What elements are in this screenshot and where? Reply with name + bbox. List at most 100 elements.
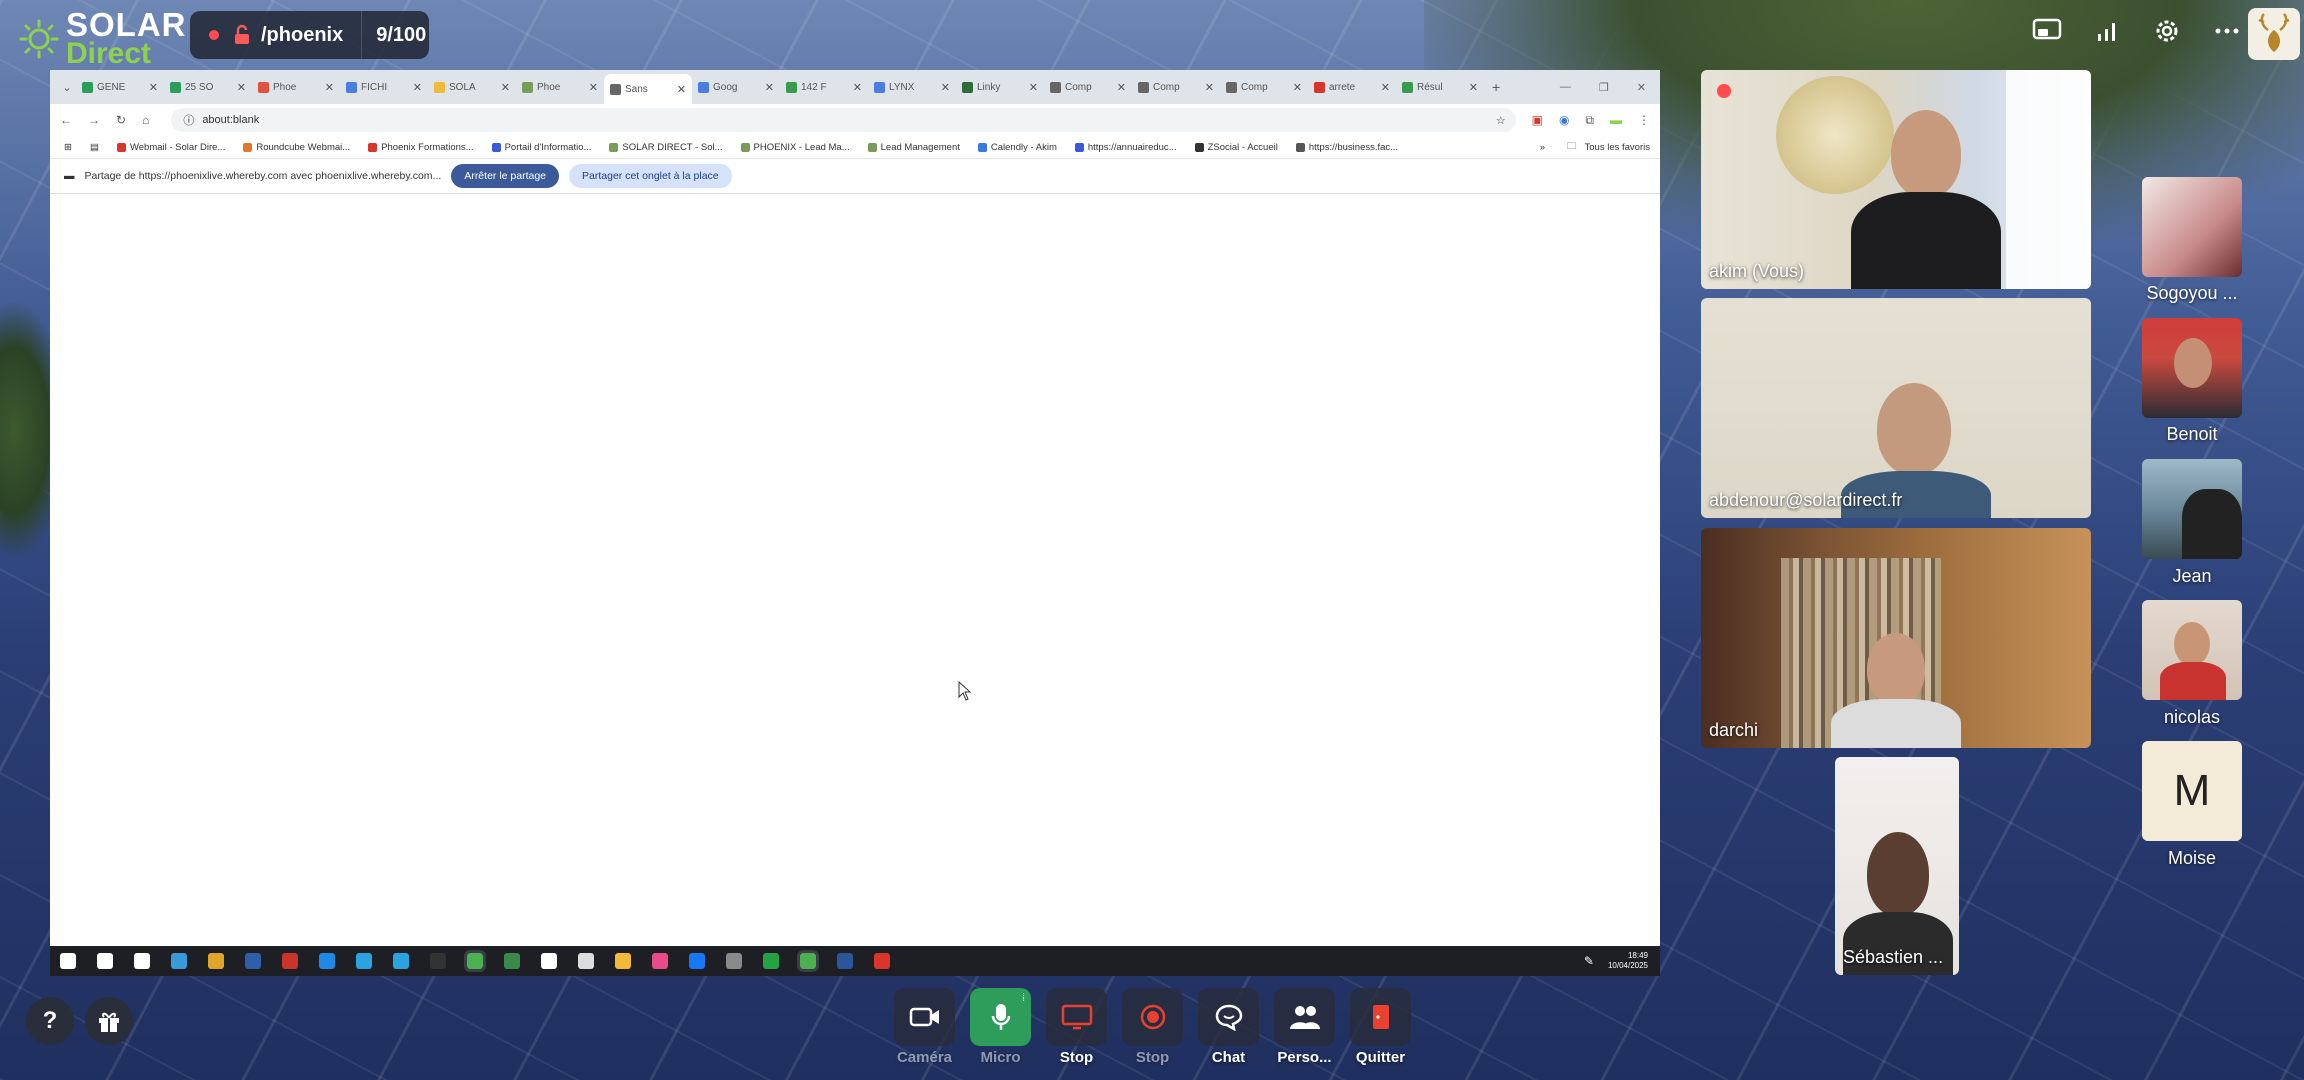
taskbar-app-icon[interactable] [689, 953, 705, 969]
video-tile-sogoyou[interactable] [2142, 177, 2242, 277]
all-favorites-link[interactable]: Tous les favoris [1585, 142, 1650, 153]
reload-icon[interactable]: ↻ [116, 113, 126, 127]
taskbar-app-icon[interactable] [60, 953, 76, 969]
bookmark-item[interactable]: Lead Management [867, 142, 960, 153]
reading-list-icon[interactable]: ▤ [90, 142, 99, 153]
screen-share-control[interactable]: Stop [1046, 988, 1107, 1066]
chat-control[interactable]: Chat [1198, 988, 1259, 1066]
bookmark-item[interactable]: Portail d'Informatio... [491, 142, 591, 153]
taskbar-app-icon[interactable] [874, 953, 890, 969]
browser-tab[interactable]: GENE ✕ [76, 74, 164, 100]
taskbar-app-icon[interactable] [837, 953, 853, 969]
stop-screen-share-button[interactable] [1046, 988, 1107, 1046]
record-control[interactable]: Stop [1122, 988, 1183, 1066]
home-icon[interactable]: ⌂ [142, 113, 149, 127]
bookmark-item[interactable]: https://annuaireduc... [1074, 142, 1177, 153]
browser-tab[interactable]: Phoe ✕ [516, 74, 604, 100]
video-tile-sebastien[interactable]: Sébastien ... [1835, 757, 1959, 975]
url-input[interactable]: ⓘ about:blank ☆ [171, 108, 1516, 132]
taskbar-app-icon[interactable] [171, 953, 187, 969]
browser-tab[interactable]: Sans ✕ [604, 74, 692, 104]
browser-tab[interactable]: SOLA ✕ [428, 74, 516, 100]
gift-button[interactable] [85, 997, 133, 1045]
people-control[interactable]: Perso... [1274, 988, 1335, 1066]
taskbar-app-icon[interactable] [134, 953, 150, 969]
browser-tab[interactable]: Comp ✕ [1132, 74, 1220, 100]
tab-close-icon[interactable]: ✕ [237, 81, 246, 94]
bookmark-item[interactable]: PHOENIX - Lead Ma... [740, 142, 850, 153]
extension-icon[interactable]: ▣ [1532, 113, 1543, 127]
tab-close-icon[interactable]: ✕ [501, 81, 510, 94]
leave-control[interactable]: Quitter [1350, 988, 1411, 1066]
taskbar-app-icon[interactable] [356, 953, 372, 969]
browser-tab[interactable]: 142 F ✕ [780, 74, 868, 100]
tab-close-icon[interactable]: ✕ [1117, 81, 1126, 94]
video-tile-darchi[interactable]: darchi [1701, 528, 2091, 748]
profile-icon[interactable]: ▬ [1610, 113, 1622, 127]
bookmark-item[interactable]: SOLAR DIRECT - Sol... [609, 142, 723, 153]
new-tab-plus-icon[interactable]: + [1492, 79, 1500, 95]
back-arrow-icon[interactable]: ← [60, 113, 72, 127]
taskbar-app-icon[interactable] [797, 950, 819, 972]
tab-close-icon[interactable]: ✕ [589, 81, 598, 94]
settings-icon[interactable] [2150, 14, 2184, 48]
tab-close-icon[interactable]: ✕ [1293, 81, 1302, 94]
microphone-button[interactable]: ⁞ [970, 988, 1031, 1046]
user-avatar[interactable] [2248, 8, 2300, 60]
browser-tab[interactable]: Linky ✕ [956, 74, 1044, 100]
taskbar-app-icon[interactable] [393, 953, 409, 969]
tab-close-icon[interactable]: ✕ [1469, 81, 1478, 94]
bookmark-star-icon[interactable]: ☆ [1496, 114, 1506, 127]
extensions-puzzle-icon[interactable]: ⧉ [1585, 113, 1594, 128]
browser-tab[interactable]: arrete ✕ [1308, 74, 1396, 100]
taskbar-app-icon[interactable] [282, 953, 298, 969]
minimize-icon[interactable]: — [1560, 81, 1571, 94]
taskbar-app-icon[interactable] [615, 953, 631, 969]
stop-sharing-button[interactable]: Arrêter le partage [451, 164, 560, 188]
bookmark-item[interactable]: Webmail - Solar Dire... [116, 142, 225, 153]
taskbar-app-icon[interactable] [208, 953, 224, 969]
close-window-icon[interactable]: ✕ [1637, 81, 1646, 94]
browser-tab[interactable]: LYNX ✕ [868, 74, 956, 100]
maximize-icon[interactable]: ❐ [1599, 81, 1609, 94]
camera-button[interactable] [894, 988, 955, 1046]
browser-tab[interactable]: Goog ✕ [692, 74, 780, 100]
stop-recording-button[interactable] [1122, 988, 1183, 1046]
tab-close-icon[interactable]: ✕ [325, 81, 334, 94]
video-tile-benoit[interactable] [2142, 318, 2242, 418]
signal-icon[interactable] [2090, 14, 2124, 48]
help-button[interactable]: ? [26, 997, 74, 1045]
forward-arrow-icon[interactable]: → [88, 113, 100, 127]
taskbar-app-icon[interactable] [97, 953, 113, 969]
taskbar-app-icon[interactable] [464, 950, 486, 972]
tab-close-icon[interactable]: ✕ [853, 81, 862, 94]
bookmark-item[interactable]: ZSocial - Accueil [1194, 142, 1278, 153]
tab-close-icon[interactable]: ✕ [149, 81, 158, 94]
taskbar-app-icon[interactable] [504, 953, 520, 969]
video-tile-moise[interactable]: M [2142, 741, 2242, 841]
video-tile-abdenour[interactable]: abdenour@solardirect.fr [1701, 298, 2091, 518]
extension-icon[interactable]: ◉ [1559, 113, 1569, 127]
browser-tab[interactable]: 25 SO ✕ [164, 74, 252, 100]
browser-tab[interactable]: Comp ✕ [1220, 74, 1308, 100]
bookmark-item[interactable]: https://business.fac... [1295, 142, 1398, 153]
chat-button[interactable] [1198, 988, 1259, 1046]
video-tile-self[interactable]: akim (Vous) [1701, 70, 2091, 289]
taskbar-app-icon[interactable] [726, 953, 742, 969]
more-bookmarks-icon[interactable]: » [1540, 142, 1545, 153]
microphone-control[interactable]: ⁞ Micro [970, 988, 1031, 1066]
video-tile-nicolas[interactable] [2142, 600, 2242, 700]
browser-tab[interactable]: Résul ✕ [1396, 74, 1484, 100]
tab-search-chevron-icon[interactable]: ⌄ [58, 81, 76, 94]
people-button[interactable] [1274, 988, 1335, 1046]
share-this-tab-button[interactable]: Partager cet onglet à la place [569, 164, 732, 188]
browser-tab[interactable]: Phoe ✕ [252, 74, 340, 100]
lock-open-icon[interactable] [231, 24, 253, 46]
taskbar-app-icon[interactable] [245, 953, 261, 969]
taskbar-app-icon[interactable] [430, 953, 446, 969]
taskbar-app-icon[interactable] [578, 953, 594, 969]
taskbar-app-icon[interactable] [319, 953, 335, 969]
leave-button[interactable] [1350, 988, 1411, 1046]
browser-tab[interactable]: FICHI ✕ [340, 74, 428, 100]
taskbar-app-icon[interactable] [541, 953, 557, 969]
